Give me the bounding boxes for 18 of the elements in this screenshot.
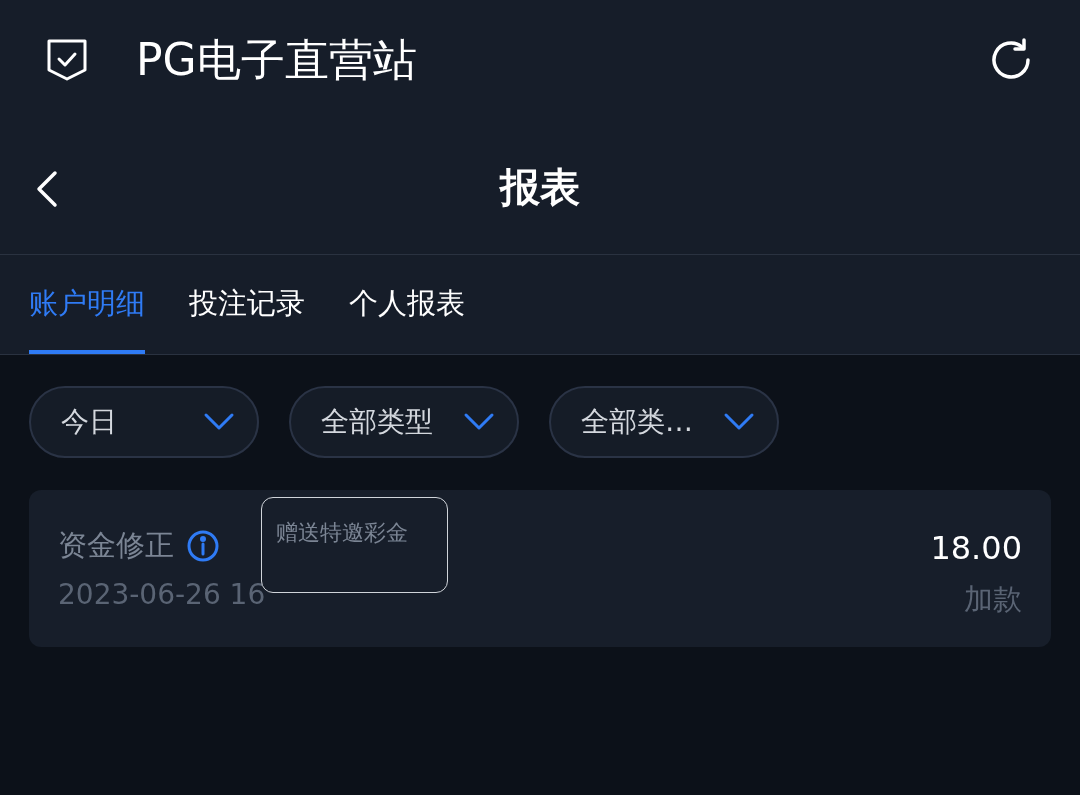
tab[interactable]: 投注记录	[189, 255, 305, 354]
filter-dropdown[interactable]: 全部类…	[549, 386, 779, 458]
filter-dropdown[interactable]: 全部类型	[289, 386, 519, 458]
chevron-down-icon	[203, 412, 235, 432]
filter-dropdown[interactable]: 今日	[29, 386, 259, 458]
record-type: 资金修正	[58, 527, 174, 564]
tab[interactable]: 账户明细	[29, 255, 145, 354]
app-title: PG电子直营站	[136, 33, 417, 87]
record-amount: 18.00	[930, 528, 1022, 569]
chevron-down-icon	[463, 412, 495, 432]
shield-check-icon	[46, 38, 88, 82]
tab[interactable]: 个人报表	[349, 255, 465, 354]
page-title: 报表	[500, 163, 580, 212]
tooltip: 赠送特邀彩金	[261, 497, 448, 593]
record-direction: 加款	[964, 581, 1022, 618]
info-icon[interactable]	[186, 528, 220, 563]
chevron-down-icon	[723, 412, 755, 432]
back-icon[interactable]	[34, 170, 60, 208]
